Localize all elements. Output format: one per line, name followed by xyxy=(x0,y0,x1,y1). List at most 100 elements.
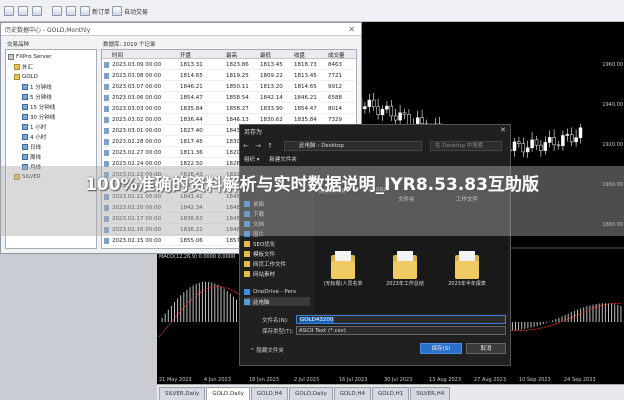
chart-tab[interactable]: GOLD,H4 xyxy=(250,387,289,400)
row-icon xyxy=(104,128,109,134)
file-item[interactable]: (无标题)人员名单 xyxy=(316,251,370,307)
x-axis-label: 2 Jul 2023 xyxy=(294,377,320,383)
timeframe-icon xyxy=(22,104,28,110)
candle-body xyxy=(534,139,539,146)
watermark-text: 100%准确的资料解析与实时数据说明_IYR8.53.83互助版 xyxy=(85,175,539,195)
table-row[interactable]: 2023.03.06 00:00 1854.47 1858.54 1842.14 184… xyxy=(102,93,356,103)
table-cell: 7329 xyxy=(328,117,342,123)
table-cell: 1818.73 xyxy=(294,62,317,68)
timeframe-icon xyxy=(22,124,28,130)
up-arrow-icon[interactable]: ↑ xyxy=(264,142,276,150)
column-header[interactable]: 收盘 xyxy=(294,51,305,59)
candle-body xyxy=(565,134,570,136)
tree-item[interactable]: 4 小时 xyxy=(22,133,46,141)
address-bar[interactable]: 此电脑 › Desktop xyxy=(284,141,422,151)
tree-item[interactable]: 30 分钟线 xyxy=(22,113,55,121)
tree-item[interactable]: 5 分钟线 xyxy=(22,93,52,101)
chart-tab[interactable]: GOLD,H4 xyxy=(333,387,371,400)
filetype-select[interactable]: ASCII Text (*.csv) xyxy=(296,326,506,335)
sidebar-item[interactable]: OneDrive - Pers xyxy=(244,287,296,296)
column-header[interactable]: 最高 xyxy=(226,51,237,59)
y-axis-label: 1920.00 xyxy=(602,142,623,148)
table-cell: 1813.45 xyxy=(260,62,283,68)
column-header[interactable]: 时间 xyxy=(112,51,123,59)
candle-body xyxy=(578,127,583,138)
filename-field[interactable]: GOLD43200 xyxy=(296,315,506,324)
table-row[interactable]: 2023.03.08 00:00 1814.65 1819.25 1809.22 181… xyxy=(102,71,356,81)
tree-item[interactable]: FXPro Server xyxy=(8,53,51,61)
candle-body xyxy=(376,106,380,116)
column-header[interactable]: 开盘 xyxy=(180,51,191,59)
sidebar-item[interactable]: 网页工作文件 xyxy=(244,259,286,268)
toolbar-button-new-order[interactable] xyxy=(4,5,14,17)
timeframe-icon xyxy=(22,134,28,140)
table-cell: 1814.65 xyxy=(180,73,203,79)
column-header[interactable]: 成交量 xyxy=(328,51,345,59)
table-row[interactable]: 2023.03.03 00:00 1835.84 1858.27 1833.90 185… xyxy=(102,104,356,114)
sidebar-item[interactable]: 网站素材 xyxy=(244,269,275,278)
tree-item-label: 周线 xyxy=(30,155,42,161)
filetype-label: 保存类型(T): xyxy=(262,329,294,335)
history-center-title: 历史数据中心 - GOLD,Monthly xyxy=(1,23,361,36)
candle-body xyxy=(530,139,534,149)
organize-button[interactable]: 组织 ▾ xyxy=(244,157,260,163)
tree-item-label: 30 分钟线 xyxy=(30,115,56,121)
row-icon xyxy=(104,117,109,123)
hide-folders-toggle[interactable]: ^ 隐藏文件夹 xyxy=(250,346,284,354)
chart-tab[interactable]: GOLD,H1 xyxy=(372,387,410,400)
tree-item[interactable]: 1 分钟线 xyxy=(22,83,52,91)
toolbar-button-zoom-in[interactable] xyxy=(52,5,62,17)
chart-tab[interactable]: GOLD,Daily xyxy=(206,387,250,400)
save-button[interactable]: 保存(S) xyxy=(420,343,462,354)
autotrade-label: 自动交易 xyxy=(124,8,149,16)
file-item[interactable]: 2023年工作总结 xyxy=(378,251,432,307)
toolbar-button-print[interactable] xyxy=(32,5,42,17)
chart-tab[interactable]: GOLD,Daily xyxy=(289,387,333,400)
main-toolbar: 新订单 自动交易 xyxy=(0,0,624,22)
candle-body xyxy=(561,135,565,146)
toolbar-button-zoom-out[interactable] xyxy=(66,5,76,17)
tree-item[interactable]: GOLD xyxy=(14,73,38,81)
table-cell: 1858.54 xyxy=(226,95,249,101)
table-cell: 9912 xyxy=(328,84,342,90)
table-row[interactable]: 2023.03.07 00:00 1846.21 1850.11 1813.20 181… xyxy=(102,82,356,92)
sidebar-item-label: 网页工作文件 xyxy=(253,261,287,268)
back-arrow-icon[interactable]: ← xyxy=(240,142,252,150)
tree-item[interactable]: 15 分钟线 xyxy=(22,103,55,111)
sidebar-item[interactable]: 模板文件 xyxy=(244,249,275,258)
folder-icon xyxy=(14,64,20,70)
tree-item[interactable]: 日线 xyxy=(22,143,41,151)
search-input[interactable]: 在 Desktop 中搜索 xyxy=(430,141,502,151)
candle-body xyxy=(569,134,574,143)
sidebar-item-label: 此电脑 xyxy=(253,299,270,306)
x-axis-label: 30 Jul 2023 xyxy=(384,377,413,383)
sidebar-item[interactable]: SEO优化 xyxy=(244,239,275,248)
candle-body xyxy=(574,137,578,143)
tree-item-label: GOLD xyxy=(22,74,38,80)
table-cell: 1850.11 xyxy=(226,84,249,90)
sidebar-item[interactable]: 此电脑 xyxy=(244,297,310,306)
timeframe-icon xyxy=(22,114,28,120)
candle-body xyxy=(380,108,385,116)
table-cell: 1819.25 xyxy=(226,73,249,79)
toolbar-button-save[interactable] xyxy=(18,5,28,17)
tree-item[interactable]: 1 小时 xyxy=(22,123,46,131)
chart-tab[interactable]: SILVER,H4 xyxy=(410,387,451,400)
new-folder-button[interactable]: 新建文件夹 xyxy=(269,157,297,163)
toolbar-button-new-order-label[interactable]: 新订单 xyxy=(80,5,110,17)
forward-arrow-icon[interactable]: → xyxy=(252,142,264,150)
table-row[interactable]: 2023.03.09 00:00 1813.31 1823.86 1813.45 181… xyxy=(102,60,356,70)
toolbar-button-autotrade[interactable]: 自动交易 xyxy=(112,5,148,17)
chart-tab[interactable]: SILVER,Daily xyxy=(159,387,206,400)
close-icon[interactable]: ✕ xyxy=(348,25,355,34)
tree-item[interactable]: 外汇 xyxy=(14,63,33,71)
folder-icon xyxy=(244,240,250,247)
column-header[interactable]: 最低 xyxy=(260,51,271,59)
file-item[interactable]: 2023年半年报表 xyxy=(440,251,494,307)
timeframe-icon xyxy=(22,154,28,160)
table-cell: 2023.03.06 00:00 xyxy=(112,95,162,101)
cancel-button[interactable]: 取消 xyxy=(466,343,506,354)
tree-item[interactable]: 周线 xyxy=(22,153,41,161)
close-icon[interactable]: ✕ xyxy=(500,126,506,134)
database-label: 数据库: 2019 个记录 xyxy=(103,42,156,48)
